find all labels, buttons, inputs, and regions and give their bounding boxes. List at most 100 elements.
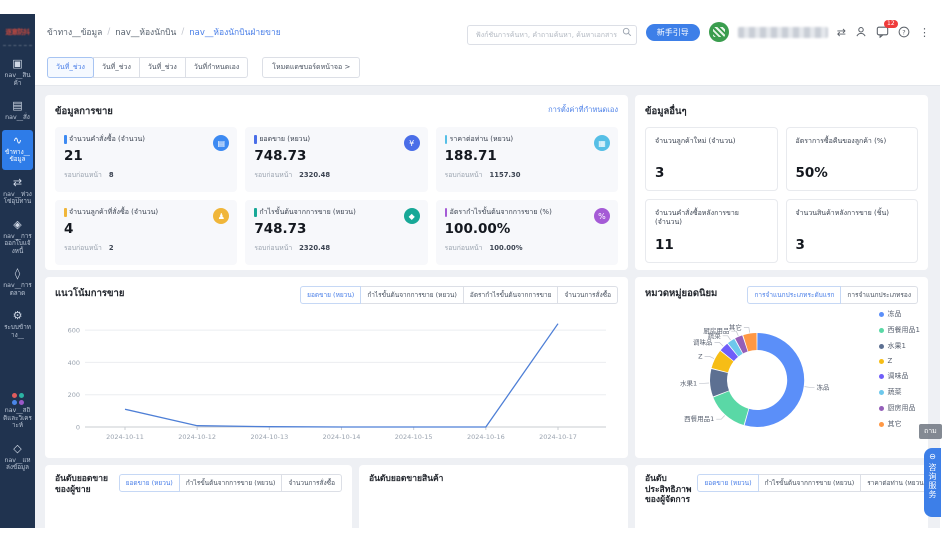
legend-item-调味品[interactable]: 调味品: [878, 371, 920, 381]
customer-service-floating-button[interactable]: ⊖ 咨询服务: [924, 448, 941, 517]
messages-icon[interactable]: 12: [876, 20, 898, 38]
manager-rank-tab-1[interactable]: กำไรขั้นต้นจากการขาย (หยวน): [757, 474, 862, 492]
trend-tab-3[interactable]: จำนวนการสั่งซื้อ: [557, 286, 618, 304]
service-icon: ⊖: [929, 452, 936, 461]
sidebar-item-7[interactable]: nav__สถิติและวิเคราะห์: [2, 388, 33, 436]
sidebar-item-5[interactable]: ◊ nav__การตลาด: [2, 263, 33, 303]
manager-rank-tab-2[interactable]: ราคาต่อท่าน (หยวน): [860, 474, 928, 492]
trend-tab-1[interactable]: กำไรขั้นต้นจากการขาย (หยวน): [360, 286, 464, 304]
sales-cards: จำนวนคำสั่งซื้อ (จำนวน) 21 รอบก่อนหน้า 8 ▤ ยอ…: [55, 127, 618, 265]
svg-text:2024-10-13: 2024-10-13: [250, 433, 288, 441]
sidebar-item-6[interactable]: ⚙ ระบบข้าทาง__: [2, 305, 33, 345]
app-window: 逐意防抖 ▣ nav__สินค้า ▤ nav__สั่ง ∿ ข้าทาง__ข้อม…: [0, 14, 940, 528]
ask-floating-tab[interactable]: ถาม: [919, 424, 942, 439]
legend-item-水果1[interactable]: 水果1: [878, 341, 920, 351]
custom-settings-link[interactable]: การตั้งค่าที่กำหนดเอง: [548, 104, 618, 116]
sidebar-item-label: ข้าทาง__ข้อมูล: [5, 148, 30, 164]
donut-slice-厨房用品: [735, 335, 748, 354]
legend-item-其它[interactable]: 其它: [878, 419, 920, 429]
breadcrumb-cockpit[interactable]: nav__ห้องนักบิน: [115, 25, 176, 39]
date-tab-0[interactable]: วันที่_ช่วง: [47, 57, 94, 78]
stat-card-value: 100.00%: [444, 221, 511, 237]
svg-text:400: 400: [68, 359, 80, 367]
gear-icon: ⚙: [12, 309, 23, 322]
manager-rank-title: อันดับประสิทธิภาพของผู้จัดการ: [645, 474, 692, 505]
stat-card-5: อัตรากำไรขั้นต้นจากการขาย (%) 100.00% รอบก…: [435, 200, 618, 265]
other-card-value: 50%: [795, 165, 828, 181]
sidebar-item-2[interactable]: ∿ ข้าทาง__ข้อมูล: [2, 129, 33, 170]
seller-rank-tab-0[interactable]: ยอดขาย (หยวน): [118, 474, 180, 492]
legend-label: 水果1: [887, 342, 906, 350]
sidebar-item-4[interactable]: ◈ nav__การออกใบแจ้งหนี้: [2, 214, 33, 262]
svg-text:600: 600: [68, 327, 80, 335]
legend-dot: [878, 405, 884, 411]
legend-dot: [878, 311, 884, 317]
order-icon: ▤: [12, 99, 23, 112]
trend-tab-0[interactable]: ยอดขาย (หยวน): [300, 286, 362, 304]
manager-rank-tab-0[interactable]: ยอดขาย (หยวน): [697, 474, 759, 492]
donut-slice-水果1: [710, 369, 730, 397]
other-card-1: อัตราการซื้อคืนของลูกค้า (%) 50%: [785, 127, 918, 191]
legend-item-蔬菜[interactable]: 蔬菜: [878, 387, 920, 397]
legend-item-Z[interactable]: Z: [878, 357, 920, 365]
global-search: [466, 22, 637, 45]
help-icon[interactable]: ?: [898, 26, 910, 38]
sidebar-item-1[interactable]: ▤ nav__สั่ง: [2, 95, 33, 128]
svg-text:西餐用品1: 西餐用品1: [684, 414, 714, 423]
breadcrumb-root[interactable]: ข้าทาง__ข้อมูล: [47, 25, 102, 39]
stat-card-value: 21: [64, 148, 83, 164]
breadcrumb: ข้าทาง__ข้อมูล / nav__ห้องนักบิน / nav__…: [47, 25, 281, 39]
legend-item-冻品[interactable]: 冻品: [878, 309, 920, 319]
legend-label: 其它: [887, 420, 902, 428]
trend-panel-title: แนวโน้มการขาย: [55, 288, 125, 299]
seller-rank-tab-1[interactable]: กำไรขั้นต้นจากการขาย (หยวน): [178, 474, 283, 492]
stat-card-title: ราคาต่อท่าน (หยวน): [444, 135, 575, 144]
date-tab-3[interactable]: วันที่กำหนดเอง: [184, 57, 249, 78]
trend-tab-2[interactable]: อัตรากำไรขั้นต้นจากการขาย: [462, 286, 559, 304]
svg-text:200: 200: [68, 391, 80, 399]
avatar[interactable]: [708, 22, 729, 42]
legend-item-西餐用品1[interactable]: 西餐用品1: [878, 325, 920, 335]
trend-metric-tabs: ยอดขาย (หยวน) กำไรขั้นต้นจากการขาย (หยวน)…: [300, 286, 618, 304]
date-tab-1[interactable]: วันที่_ช่วง: [92, 57, 140, 78]
legend-dot: [878, 358, 884, 364]
legend-item-厨房用品[interactable]: 厨房用品: [878, 403, 920, 413]
category-tab-1[interactable]: การจำแนกประเภทรอง: [840, 286, 918, 304]
switch-account-icon[interactable]: ⇄: [837, 27, 846, 38]
seller-rank-tab-2[interactable]: จำนวนการสั่งซื้อ: [281, 474, 342, 492]
stat-card-title: อัตรากำไรขั้นต้นจากการขาย (%): [444, 208, 575, 217]
brand-logo: 逐意防抖: [3, 16, 32, 46]
svg-text:2024-10-12: 2024-10-12: [178, 433, 216, 441]
svg-text:0: 0: [76, 424, 80, 432]
category-level-tabs: การจำแนกประเภทระดับแรก การจำแนกประเภทรอง: [747, 286, 918, 304]
svg-text:2024-10-17: 2024-10-17: [539, 433, 577, 441]
chart-icon: ∿: [12, 133, 23, 147]
search-input[interactable]: [466, 25, 637, 45]
cube-icon: ◇: [13, 441, 22, 455]
legend-dot: [878, 389, 884, 395]
legend-label: 蔬菜: [887, 388, 902, 396]
content: ข้อมูลการขาย การตั้งค่าที่กำหนดเอง จำนวน…: [35, 86, 940, 528]
svg-text:水果1: 水果1: [680, 378, 697, 387]
category-tab-0[interactable]: การจำแนกประเภทระดับแรก: [747, 286, 842, 304]
other-card-value: 3: [795, 237, 805, 253]
donut-legend: 冻品西餐用品1 水果1 Z 调味品蔬菜厨房用品其它: [878, 309, 920, 435]
more-menu-icon[interactable]: ⋮: [919, 27, 930, 38]
breadcrumb-current[interactable]: nav__ห้องนักบินฝ่ายขาย: [189, 25, 280, 39]
stat-card-title: จำนวนคำสั่งซื้อ (จำนวน): [64, 135, 194, 144]
stat-card-value: 748.73: [254, 148, 307, 164]
sidebar-item-0[interactable]: ▣ nav__สินค้า: [2, 53, 33, 93]
sales-data-panel: ข้อมูลการขาย การตั้งค่าที่กำหนดเอง จำนวน…: [45, 95, 628, 270]
donut-slice-其它: [743, 333, 757, 352]
contacts-icon[interactable]: [855, 26, 867, 38]
date-tab-2[interactable]: วันที่_ช่วง: [138, 57, 186, 78]
screen-mode-button[interactable]: โหมดแดชบอร์ดหน้าจอ >: [262, 57, 361, 78]
sidebar-item-label: nav__การตลาด: [3, 282, 32, 297]
sidebar-item-8[interactable]: ◇ nav__แหล่งข้อมูล: [2, 438, 33, 478]
sidebar-item-3[interactable]: ⇄ nav__ห่วงโซ่อุปทาน: [2, 172, 33, 212]
beginner-guide-button[interactable]: 新手引导: [645, 23, 700, 41]
sales-trend-line-chart: 0 200 400 600 2024-10-11 2024-10-12 2024-10-13…: [68, 323, 606, 441]
other-card-title: จำนวนลูกค้าใหม่ (จำนวน): [655, 137, 736, 145]
stat-card-previous: รอบก่อนหน้า 1157.30: [444, 171, 521, 179]
stat-card-4: กำไรขั้นต้นจากการขาย (หยวน) 748.73 รอบก่อน…: [245, 200, 428, 265]
